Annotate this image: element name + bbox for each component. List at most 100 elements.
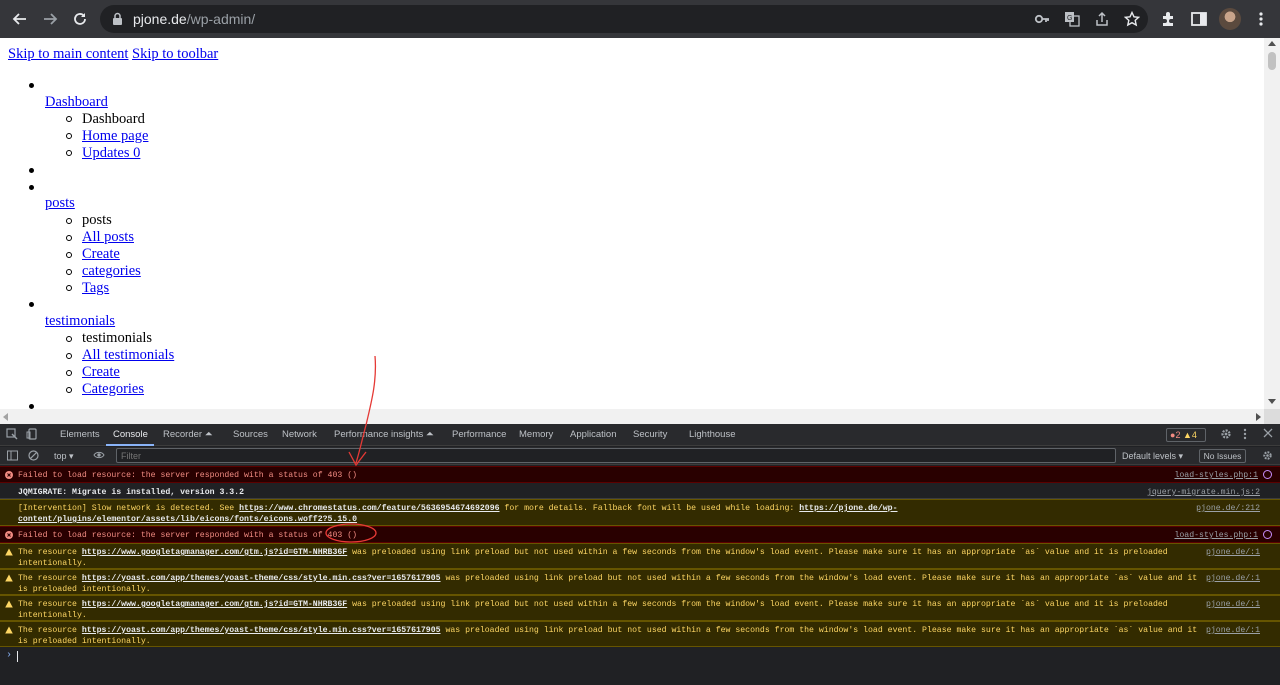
message-source-link[interactable]: pjone.de/:1 bbox=[1206, 547, 1260, 558]
message-text: JQMIGRATE: Migrate is installed, version… bbox=[18, 488, 245, 497]
skip-links: Skip to main content Skip to toolbar bbox=[8, 46, 218, 63]
console-message-warning: The resource https://www.googletagmanage… bbox=[0, 543, 1280, 569]
console-message-warning: The resource https://yoast.com/app/theme… bbox=[0, 569, 1280, 595]
address-bar[interactable]: pjone.de/wp-admin/ G bbox=[100, 5, 1148, 33]
message-source-link[interactable]: pjone.de/:1 bbox=[1206, 625, 1260, 636]
message-text: The resource https://yoast.com/app/theme… bbox=[18, 573, 1198, 595]
menu-icon[interactable] bbox=[1252, 10, 1270, 28]
tab-recorder[interactable]: Recorder ⏶ bbox=[163, 429, 212, 440]
scroll-thumb[interactable] bbox=[1268, 52, 1276, 70]
message-source-link[interactable]: pjone.de/:1 bbox=[1206, 599, 1260, 610]
extensions-icon[interactable] bbox=[1160, 10, 1178, 28]
menu-link-posts[interactable]: posts bbox=[45, 195, 75, 212]
menu-link-testimonials[interactable]: testimonials bbox=[45, 313, 115, 330]
tab-sources[interactable]: Sources bbox=[233, 429, 268, 440]
reload-icon[interactable] bbox=[70, 9, 90, 29]
warning-icon bbox=[5, 574, 13, 582]
warning-icon bbox=[5, 626, 13, 634]
console-input-caret[interactable] bbox=[17, 651, 18, 662]
console-filter-input[interactable] bbox=[116, 448, 1116, 463]
message-source-link[interactable]: load-styles.php:1 bbox=[1174, 470, 1258, 481]
message-source-link[interactable]: load-styles.php:1 bbox=[1174, 530, 1258, 541]
show-sidebar-icon[interactable] bbox=[7, 450, 18, 464]
list-bullet bbox=[66, 133, 72, 139]
tab-memory[interactable]: Memory bbox=[519, 429, 553, 440]
message-link[interactable]: https://www.chromestatus.com/feature/563… bbox=[239, 504, 499, 513]
warning-count: 4 bbox=[1191, 430, 1197, 440]
submenu-link-tags[interactable]: Tags bbox=[82, 280, 109, 297]
message-link[interactable]: https://www.googletagmanager.com/gtm.js?… bbox=[82, 600, 347, 609]
submenu-heading-dashboard: Dashboard bbox=[82, 111, 145, 127]
skip-to-main-link[interactable]: Skip to main content bbox=[8, 46, 128, 62]
clear-console-icon[interactable] bbox=[28, 450, 39, 464]
live-expression-eye-icon[interactable] bbox=[93, 450, 105, 463]
tab-elements[interactable]: Elements bbox=[60, 429, 100, 440]
list-bullet bbox=[66, 116, 72, 122]
message-source-link[interactable]: pjone.de/:1 bbox=[1206, 573, 1260, 584]
submenu-link-home-page[interactable]: Home page bbox=[82, 128, 148, 145]
lock-icon[interactable] bbox=[112, 12, 123, 31]
message-link[interactable]: off2?5.15.0 bbox=[303, 515, 357, 524]
translate-icon[interactable]: G bbox=[1064, 11, 1080, 27]
console-settings-icon[interactable] bbox=[1262, 450, 1273, 464]
bookmark-star-icon[interactable] bbox=[1123, 10, 1141, 27]
menu-link-dashboard[interactable]: Dashboard bbox=[45, 94, 108, 111]
url-text[interactable]: pjone.de/wp-admin/ bbox=[133, 11, 255, 27]
vertical-scrollbar[interactable] bbox=[1264, 38, 1280, 409]
more-options-icon[interactable] bbox=[1243, 428, 1247, 443]
side-panel-icon[interactable] bbox=[1190, 10, 1208, 28]
submenu-link-all-posts[interactable]: All posts bbox=[82, 229, 134, 246]
dropdown-icon: ▾ bbox=[69, 451, 74, 461]
close-icon[interactable] bbox=[1263, 428, 1273, 441]
skip-to-toolbar-link[interactable]: Skip to toolbar bbox=[132, 46, 218, 62]
log-levels-dropdown[interactable]: Default levels ▾ bbox=[1122, 451, 1183, 462]
back-icon[interactable] bbox=[10, 9, 30, 29]
active-tab-indicator bbox=[106, 444, 154, 446]
list-bullet bbox=[29, 168, 34, 173]
message-text-part: The resource bbox=[18, 574, 82, 583]
tab-console[interactable]: Console bbox=[113, 429, 148, 440]
message-link[interactable]: https://www.googletagmanager.com/gtm.js?… bbox=[82, 548, 347, 557]
horizontal-scrollbar[interactable] bbox=[0, 409, 1264, 424]
list-bullet bbox=[29, 302, 34, 307]
context-selector[interactable]: top ▾ bbox=[54, 451, 74, 462]
tab-network[interactable]: Network bbox=[282, 429, 317, 440]
share-icon[interactable] bbox=[1094, 11, 1110, 27]
console-message-error: Failed to load resource: the server resp… bbox=[0, 526, 1280, 543]
message-source-link[interactable]: pjone.de/:212 bbox=[1196, 503, 1260, 514]
tab-performance[interactable]: Performance bbox=[452, 429, 506, 440]
devtools-panel: Elements Console Recorder ⏶ Sources Netw… bbox=[0, 424, 1280, 685]
issues-count-badge[interactable]: ●2 ▲4 bbox=[1166, 428, 1206, 442]
tab-performance-insights[interactable]: Performance insights ⏶ bbox=[334, 429, 433, 440]
inspect-element-icon[interactable] bbox=[6, 428, 18, 443]
message-text-part: for more details. Fallback font will be … bbox=[499, 504, 800, 513]
issues-button[interactable]: No Issues bbox=[1199, 449, 1246, 463]
message-link[interactable]: https://yoast.com/app/themes/yoast-theme… bbox=[82, 626, 441, 635]
forward-icon[interactable] bbox=[40, 9, 60, 29]
tab-lighthouse[interactable]: Lighthouse bbox=[689, 429, 735, 440]
list-bullet bbox=[66, 269, 72, 275]
scrollbar-corner bbox=[1264, 409, 1280, 424]
tab-application[interactable]: Application bbox=[570, 429, 616, 440]
submenu-link-create-testimonial[interactable]: Create bbox=[82, 364, 120, 381]
message-link[interactable]: https://yoast.com/app/themes/yoast-theme… bbox=[82, 574, 441, 583]
settings-gear-icon[interactable] bbox=[1220, 428, 1232, 443]
submenu-link-all-testimonials[interactable]: All testimonials bbox=[82, 347, 174, 364]
avatar[interactable] bbox=[1219, 8, 1241, 30]
message-text-part: The resource bbox=[18, 548, 82, 557]
message-text: Failed to load resource: the server resp… bbox=[18, 471, 358, 480]
devtools-tabbar: Elements Console Recorder ⏶ Sources Netw… bbox=[0, 424, 1280, 446]
console-toolbar: top ▾ Default levels ▾ No Issues bbox=[0, 447, 1280, 465]
submenu-link-categories[interactable]: categories bbox=[82, 263, 141, 280]
submenu-link-testimonial-categories[interactable]: Categories bbox=[82, 381, 144, 398]
network-request-icon[interactable] bbox=[1263, 470, 1272, 479]
network-request-icon[interactable] bbox=[1263, 530, 1272, 539]
key-icon[interactable] bbox=[1034, 11, 1050, 27]
message-text: The resource https://www.googletagmanage… bbox=[18, 547, 1198, 569]
submenu-link-create-post[interactable]: Create bbox=[82, 246, 120, 263]
submenu-link-updates[interactable]: Updates 0 bbox=[82, 145, 140, 162]
device-toolbar-icon[interactable] bbox=[26, 428, 38, 443]
tab-security[interactable]: Security bbox=[633, 429, 667, 440]
url-host: pjone.de bbox=[133, 11, 187, 27]
message-source-link[interactable]: jquery-migrate.min.js:2 bbox=[1147, 487, 1260, 498]
